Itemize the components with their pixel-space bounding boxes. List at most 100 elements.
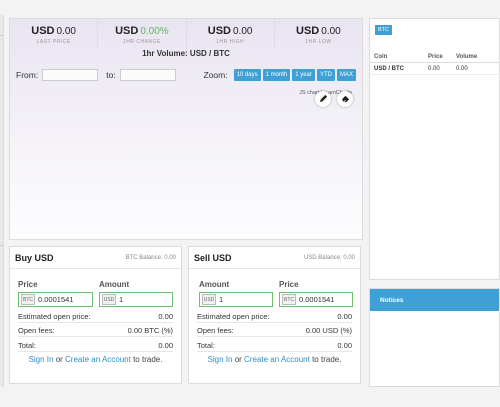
row-label: Estimated open price: <box>197 311 270 321</box>
or-text: or <box>232 355 245 364</box>
column-header-price[interactable]: Price <box>428 54 456 60</box>
ticker-stats: USD 0.00 LAST PRICE USD 0.00% 1HR CHANGE U… <box>10 19 362 49</box>
market-table-header: Coin Price Volume <box>370 51 500 63</box>
table-row[interactable]: USD / BTC 0.00 0.00 <box>370 63 500 75</box>
stat-label: 1HR LOW <box>305 39 332 45</box>
buy-price-value: 0.0001541 <box>38 295 74 304</box>
chart-title: 1hr Volume: USD / BTC <box>142 49 230 58</box>
buy-total-row: Total: 0.00 <box>18 339 173 352</box>
from-label: From: <box>16 70 39 80</box>
stat-label: LAST PRICE <box>36 39 71 45</box>
notices-title: Notices <box>370 289 499 311</box>
exchange-page: USD 0.00 LAST PRICE USD 0.00% 1HR CHANGE U… <box>0 0 500 407</box>
stat-1hr-high: USD 0.00 1HR HIGH <box>187 19 275 49</box>
stat-value: 0.00 <box>321 26 341 37</box>
market-table: Coin Price Volume USD / BTC 0.00 0.00 <box>370 51 500 75</box>
eraser-icon <box>341 90 350 108</box>
sign-in-link[interactable]: Sign In <box>208 355 233 364</box>
sell-price-currency: BTC <box>282 294 296 305</box>
row-label: Open fees: <box>18 325 55 335</box>
zoom-controls: Zoom: 10 days 1 month 1 year YTD MAX <box>203 69 356 81</box>
stat-currency: USD <box>31 25 55 37</box>
sell-form-header: Sell USD USD Balance: 0.00 <box>189 247 360 269</box>
create-account-link[interactable]: Create an Account <box>244 355 310 364</box>
sell-balance: USD Balance: 0.00 <box>303 254 355 261</box>
buy-price-currency: BTC <box>21 294 35 305</box>
market-coin: USD / BTC <box>374 65 404 72</box>
stat-currency: USD <box>115 25 139 37</box>
pencil-icon <box>319 90 328 108</box>
stat-value: 0.00 <box>233 26 253 37</box>
stat-label: 1HR CHANGE <box>122 39 161 45</box>
sell-title: Sell USD <box>194 252 232 263</box>
stat-currency: USD <box>207 25 231 37</box>
buy-form: Buy USD BTC Balance: 0.00 Price BTC 0.00… <box>9 246 182 384</box>
erase-tool-button[interactable] <box>337 91 353 107</box>
sell-amount-value: 1 <box>219 295 224 304</box>
stat-1hr-low: USD 0.00 1HR LOW <box>275 19 362 49</box>
row-label: Total: <box>197 340 215 350</box>
buy-amount-label: Amount <box>99 280 130 289</box>
buy-amount-input[interactable]: USD 1 <box>99 292 173 307</box>
row-value: 0.00 <box>158 340 173 350</box>
buy-price-input[interactable]: BTC 0.0001541 <box>18 292 93 307</box>
to-date-input[interactable] <box>119 69 176 81</box>
create-account-link[interactable]: Create an Account <box>65 355 131 364</box>
zoom-10-days-button[interactable]: 10 days <box>233 69 261 81</box>
row-label: Open fees: <box>197 325 234 335</box>
sign-in-link[interactable]: Sign In <box>29 355 54 364</box>
column-header-coin[interactable]: Coin <box>370 54 428 60</box>
price-chart-panel: USD 0.00 LAST PRICE USD 0.00% 1HR CHANGE U… <box>9 18 363 240</box>
row-label: Estimated open price: <box>18 311 91 321</box>
draw-tool-button[interactable] <box>315 91 331 107</box>
sell-amount-input[interactable]: USD 1 <box>199 292 273 307</box>
sell-price-value: 0.0001541 <box>299 295 335 304</box>
trade-text: to trade. <box>309 355 342 364</box>
buy-form-header: Buy USD BTC Balance: 0.00 <box>10 247 181 269</box>
stat-1hr-change: USD 0.00% 1HR CHANGE <box>98 19 187 49</box>
row-value: 0.00 BTC (%) <box>127 325 173 335</box>
market-price: 0.00 <box>428 65 440 72</box>
market-volume: 0.00 <box>456 65 468 72</box>
row-value: 0.00 <box>158 311 173 321</box>
sell-total-row: Total: 0.00 <box>197 339 352 352</box>
sell-amount-currency: USD <box>202 294 216 305</box>
market-tab-btc[interactable]: BTC <box>375 25 392 35</box>
to-label: to: <box>106 70 116 80</box>
zoom-label: Zoom: <box>203 70 228 80</box>
stat-value: 0.00% <box>140 26 169 37</box>
stat-label: 1HR HIGH <box>216 39 245 45</box>
buy-amount-currency: USD <box>102 294 116 305</box>
sell-estimated-price-row: Estimated open price: 0.00 <box>197 310 352 323</box>
sell-amount-label: Amount <box>199 280 230 289</box>
notices-panel: Notices <box>369 288 500 387</box>
market-list-panel: BTC Coin Price Volume USD / BTC 0.00 0.0… <box>369 18 500 280</box>
row-value: 0.00 <box>337 311 352 321</box>
buy-open-fees-row: Open fees: 0.00 BTC (%) <box>18 324 173 337</box>
buy-balance: BTC Balance: 0.00 <box>125 254 176 261</box>
column-header-volume[interactable]: Volume <box>456 54 496 60</box>
stat-value: 0.00 <box>56 26 76 37</box>
buy-price-label: Price <box>18 280 38 289</box>
from-date-input[interactable] <box>42 69 99 81</box>
buy-amount-value: 1 <box>119 295 124 304</box>
sell-open-fees-row: Open fees: 0.00 USD (%) <box>197 324 352 337</box>
date-range-selector: From: to: <box>16 69 180 81</box>
strip-tick <box>0 35 4 36</box>
zoom-1-year-button[interactable]: 1 year <box>292 69 315 81</box>
sell-signin-prompt: Sign In or Create an Account to trade. <box>189 355 360 364</box>
row-value: 0.00 USD (%) <box>305 325 352 335</box>
sell-price-label: Price <box>279 280 299 289</box>
zoom-ytd-button[interactable]: YTD <box>316 69 335 81</box>
sell-price-input[interactable]: BTC 0.0001541 <box>279 292 353 307</box>
stat-currency: USD <box>296 25 320 37</box>
trade-text: to trade. <box>130 355 163 364</box>
zoom-1-month-button[interactable]: 1 month <box>262 69 291 81</box>
or-text: or <box>53 355 66 364</box>
buy-signin-prompt: Sign In or Create an Account to trade. <box>10 355 181 364</box>
buy-title: Buy USD <box>15 252 54 263</box>
row-value: 0.00 <box>337 340 352 350</box>
stat-last-price: USD 0.00 LAST PRICE <box>10 19 99 49</box>
zoom-max-button[interactable]: MAX <box>336 69 356 81</box>
sell-form: Sell USD USD Balance: 0.00 Amount USD 1 … <box>188 246 361 384</box>
